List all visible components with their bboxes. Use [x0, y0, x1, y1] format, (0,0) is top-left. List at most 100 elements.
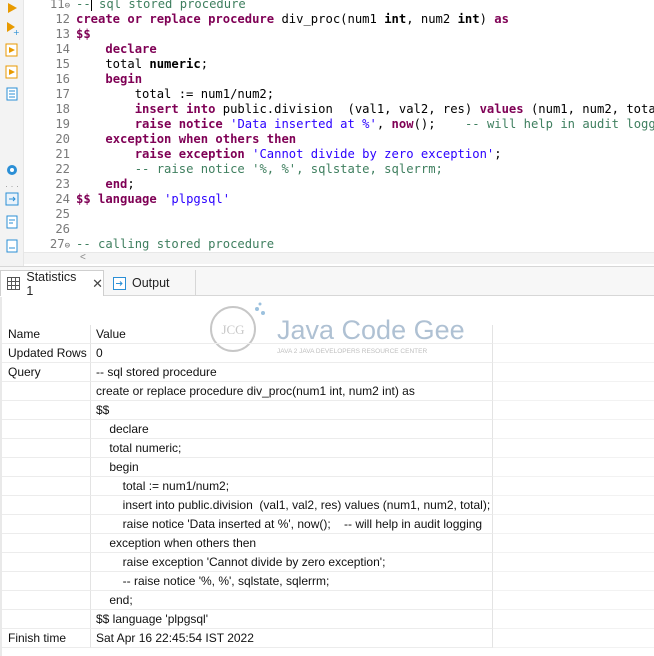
line-number: 25 [24, 207, 74, 222]
code-token: create or replace procedure [76, 12, 275, 26]
table-row[interactable]: $$ [0, 401, 654, 420]
table-row[interactable]: declare [0, 420, 654, 439]
table-row[interactable]: begin [0, 458, 654, 477]
execute-script-new-tab-icon[interactable] [4, 64, 20, 80]
code-line[interactable]: 16 begin [24, 72, 654, 87]
code-line[interactable]: 24 $$ language 'plpgsql' [24, 192, 654, 207]
table-row[interactable]: insert into public.division (val1, val2,… [0, 496, 654, 515]
code-line[interactable]: 12 create or replace procedure div_proc(n… [24, 12, 654, 27]
line-number-text: 18 [55, 102, 70, 116]
explain-plan-icon[interactable] [4, 86, 20, 102]
code-token: declare [105, 42, 157, 56]
code-token: numeric [149, 57, 201, 71]
code-area[interactable]: 11⊖ -- sql stored procedure 12 create or re… [24, 0, 654, 258]
cell-value: Sat Apr 16 22:45:54 IST 2022 [91, 629, 493, 648]
scroll-left-icon[interactable]: < [80, 252, 86, 263]
code-line[interactable]: 25 [24, 207, 654, 222]
export-icon[interactable] [4, 191, 20, 207]
code-line[interactable]: 20 exception when others then [24, 132, 654, 147]
table-row[interactable]: Updated Rows 0 [0, 344, 654, 363]
execute-in-new-tab-icon[interactable]: + [4, 20, 20, 36]
cell-value: $$ [91, 401, 493, 420]
code-text: insert into public.division (val1, val2,… [76, 102, 654, 117]
line-number-text: 27 [49, 237, 65, 251]
code-text: -- sql stored procedure [76, 0, 246, 12]
code-token: int [384, 12, 407, 26]
execute-statement-icon[interactable] [4, 0, 20, 16]
code-line[interactable]: 11⊖ -- sql stored procedure [24, 0, 654, 12]
line-number: 12 [24, 12, 74, 27]
code-line[interactable]: 14 declare [24, 42, 654, 57]
code-text: begin [76, 72, 142, 87]
table-row[interactable]: Query -- sql stored procedure [0, 363, 654, 382]
code-token: ; [494, 147, 502, 161]
cell-name: Finish time [0, 629, 91, 648]
line-number: 18 [24, 102, 74, 117]
fold-icon[interactable]: ⊖ [65, 1, 70, 11]
cell-filler [493, 553, 654, 572]
code-line[interactable]: 13 $$ [24, 27, 654, 42]
code-line[interactable]: 22 -- raise notice '%, %', sqlstate, sql… [24, 162, 654, 177]
code-line[interactable]: 19 raise notice 'Data inserted at %', no… [24, 117, 654, 132]
cell-name [0, 382, 91, 401]
line-number-text: 24 [55, 192, 70, 206]
svg-text:+: + [13, 28, 19, 35]
code-text: total numeric; [76, 57, 208, 72]
line-number-text: 21 [55, 147, 70, 161]
code-token: public.division (val1, val2, res) [215, 102, 480, 116]
table-row[interactable]: Finish time Sat Apr 16 22:45:54 IST 2022 [0, 629, 654, 648]
cell-filler [493, 382, 654, 401]
tab-output[interactable]: Output [106, 270, 196, 296]
format-sql-icon[interactable] [4, 214, 20, 230]
cell-value: total numeric; [91, 439, 493, 458]
cell-value: declare [91, 420, 493, 439]
table-row[interactable]: create or replace procedure div_proc(num… [0, 382, 654, 401]
code-line[interactable]: 23 end; [24, 177, 654, 192]
cell-value: 0 [91, 344, 493, 363]
table-row[interactable]: raise notice 'Data inserted at %', now()… [0, 515, 654, 534]
table-row[interactable]: end; [0, 591, 654, 610]
line-number: 24 [24, 192, 74, 207]
cell-value: -- raise notice '%, %', sqlstate, sqlerr… [91, 572, 493, 591]
table-row[interactable]: total := num1/num2; [0, 477, 654, 496]
execute-script-icon[interactable] [4, 42, 20, 58]
line-number-text: 15 [55, 57, 70, 71]
fold-icon[interactable]: ⊖ [65, 241, 70, 251]
cell-filler [493, 363, 654, 382]
code-token: $$ language [76, 192, 157, 206]
code-token: $$ [76, 27, 91, 41]
code-text: $$ [76, 27, 91, 42]
code-line[interactable]: 15 total numeric; [24, 57, 654, 72]
load-script-icon[interactable] [4, 238, 20, 254]
table-row[interactable]: raise exception 'Cannot divide by zero e… [0, 553, 654, 572]
cell-value: raise exception 'Cannot divide by zero e… [91, 553, 493, 572]
statistics-panel: JCG Java Code Geeks JAVA 2 JAVA DEVELOPE… [0, 297, 654, 656]
code-line[interactable]: 18 insert into public.division (val1, va… [24, 102, 654, 117]
cell-value: insert into public.division (val1, val2,… [91, 496, 493, 515]
cell-filler [493, 572, 654, 591]
code-line[interactable]: 27⊖ -- calling stored procedure [24, 237, 654, 252]
code-line[interactable]: 21 raise exception 'Cannot divide by zer… [24, 147, 654, 162]
close-tab-icon[interactable]: ✕ [92, 276, 103, 292]
code-text: -- calling stored procedure [76, 237, 274, 252]
code-text: -- raise notice '%, %', sqlstate, sqlerr… [76, 162, 443, 177]
cell-filler [493, 325, 654, 344]
table-row[interactable]: exception when others then [0, 534, 654, 553]
code-line[interactable]: 17 total := num1/num2; [24, 87, 654, 102]
tab-statistics[interactable]: Statistics 1 ✕ [0, 270, 104, 298]
code-token: ; [127, 177, 135, 191]
table-row[interactable]: total numeric; [0, 439, 654, 458]
sql-editor[interactable]: + · · · 11⊖ -- sql stored procedure 12 crea… [0, 0, 654, 266]
line-number: 21 [24, 147, 74, 162]
table-row[interactable]: $$ language 'plpgsql' [0, 610, 654, 629]
settings-gear-icon[interactable] [4, 162, 20, 178]
horizontal-scrollbar[interactable]: < [24, 252, 654, 264]
header-name: Name [0, 325, 91, 344]
code-line[interactable]: 26 [24, 222, 654, 237]
cell-filler [493, 344, 654, 363]
table-row[interactable]: -- raise notice '%, %', sqlstate, sqlerr… [0, 572, 654, 591]
result-tabs: Statistics 1 ✕ Output [0, 266, 654, 298]
